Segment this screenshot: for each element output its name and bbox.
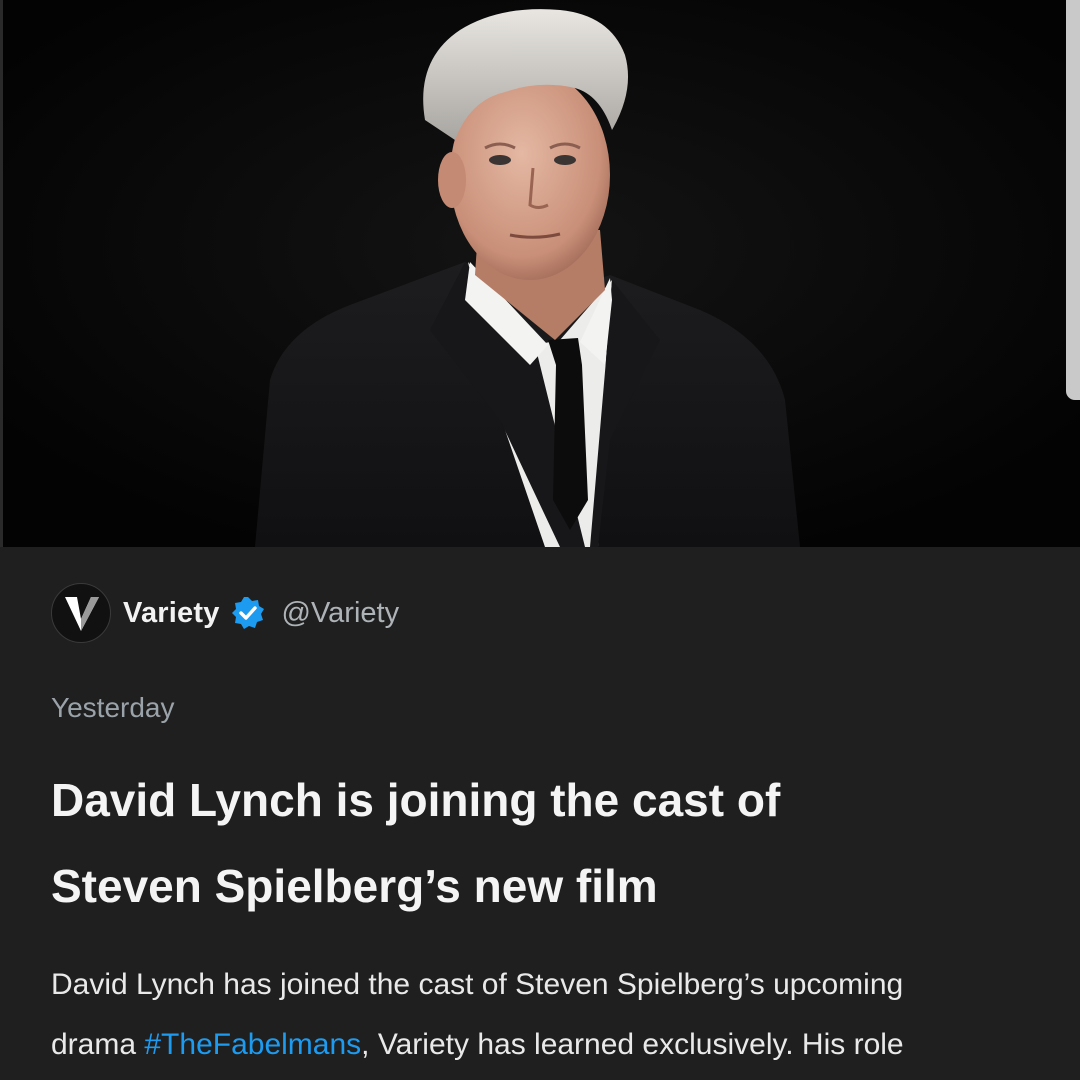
hero-photo[interactable] [0,0,1080,547]
scroll-handle[interactable] [1066,0,1080,400]
author-name[interactable]: Variety [123,597,220,630]
verified-badge-icon [230,595,266,631]
timestamp: Yesterday [51,692,175,723]
variety-logo-icon[interactable] [51,583,111,643]
headline-line-1: David Lynch is joining the cast of [51,774,781,826]
author-handle[interactable]: @Variety [282,597,400,630]
body-line-1: David Lynch has joined the cast of Steve… [51,968,904,1001]
article-body: David Lynch has joined the cast of Steve… [51,955,1041,1075]
article-headline[interactable]: David Lynch is joining the cast of Steve… [51,757,1031,929]
photo-edge [0,0,3,547]
body-line-2-prefix: drama [51,1028,145,1061]
body-line-2-suffix: , Variety has learned exclusively. His r… [361,1028,904,1061]
headline-line-2: Steven Spielberg’s new film [51,860,658,912]
author-row[interactable]: Variety @Variety [51,583,399,643]
hashtag-link[interactable]: #TheFabelmans [144,1028,361,1061]
tweet-card: Variety @Variety Yesterday David Lynch i… [0,547,1080,1080]
portrait-illustration [0,0,1080,547]
